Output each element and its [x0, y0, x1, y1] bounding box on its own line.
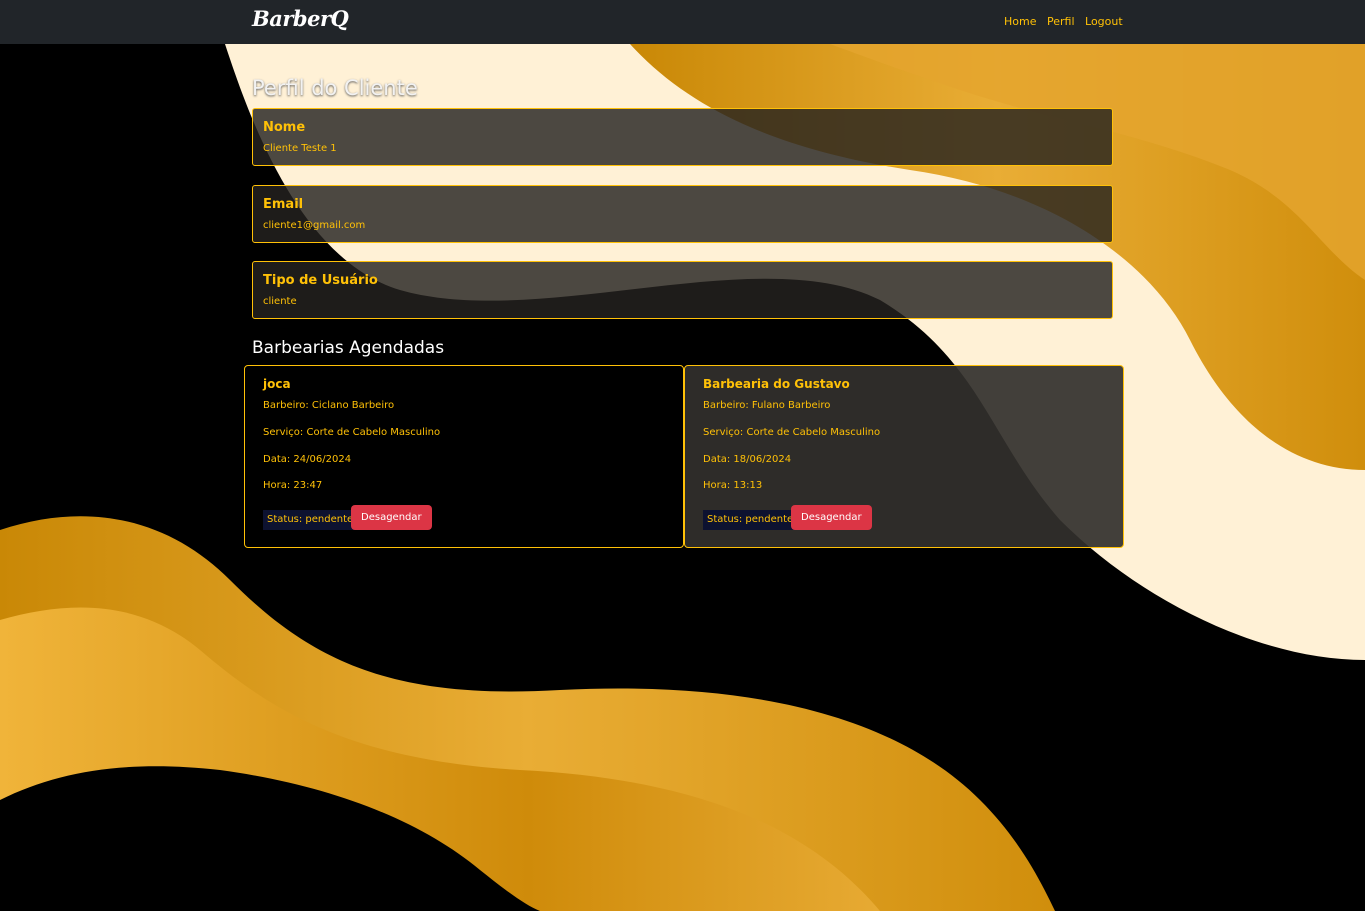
card-label: Nome [263, 120, 306, 135]
nav-links: Home Perfil Logout [1004, 15, 1130, 28]
card-label: Email [263, 197, 304, 212]
status-badge: Status: pendente [703, 510, 798, 530]
unschedule-button[interactable]: Desagendar [351, 505, 432, 530]
nav-link-logout[interactable]: Logout [1085, 15, 1123, 28]
unschedule-button[interactable]: Desagendar [791, 505, 872, 530]
top-navbar: BarberQ Home Perfil Logout [0, 0, 1365, 44]
card-value: Cliente Teste 1 [263, 143, 337, 154]
card-value: cliente [263, 296, 297, 307]
time-text: Hora: 23:47 [263, 480, 323, 491]
shop-name: joca [263, 377, 291, 391]
barber-text: Barbeiro: Ciclano Barbeiro [263, 400, 395, 411]
appointment-card: joca Barbeiro: Ciclano Barbeiro Serviço:… [244, 365, 684, 548]
service-text: Serviço: Corte de Cabelo Masculino [263, 427, 441, 438]
date-text: Data: 24/06/2024 [263, 454, 352, 465]
brand-logo[interactable]: BarberQ [252, 6, 349, 31]
appointment-card: Barbearia do Gustavo Barbeiro: Fulano Ba… [684, 365, 1124, 548]
profile-card-email: Email cliente1@gmail.com [252, 185, 1113, 243]
page-title: Perfil do Cliente [252, 76, 418, 100]
time-text: Hora: 13:13 [703, 480, 763, 491]
shop-name: Barbearia do Gustavo [703, 377, 850, 391]
nav-link-home[interactable]: Home [1004, 15, 1036, 28]
barber-text: Barbeiro: Fulano Barbeiro [703, 400, 831, 411]
profile-card-user-type: Tipo de Usuário cliente [252, 261, 1113, 319]
card-label: Tipo de Usuário [263, 273, 378, 288]
appointments-title: Barbearias Agendadas [252, 338, 445, 358]
profile-card-name: Nome Cliente Teste 1 [252, 108, 1113, 166]
status-badge: Status: pendente [263, 510, 358, 530]
card-value: cliente1@gmail.com [263, 220, 366, 231]
service-text: Serviço: Corte de Cabelo Masculino [703, 427, 881, 438]
date-text: Data: 18/06/2024 [703, 454, 792, 465]
nav-link-perfil[interactable]: Perfil [1047, 15, 1075, 28]
